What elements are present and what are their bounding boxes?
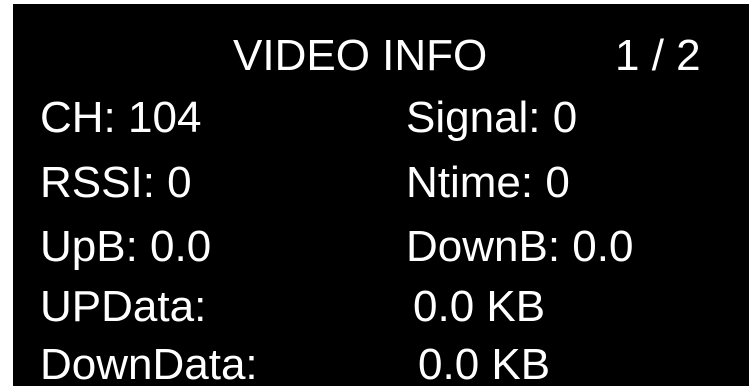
page-title: VIDEO INFO (233, 31, 488, 80)
updata-label: UPData: (40, 282, 207, 331)
ntime-value: Ntime: 0 (406, 158, 570, 207)
page-indicator: 1 / 2 (615, 31, 701, 80)
upb-value: UpB: 0.0 (40, 222, 212, 271)
video-info-screen: VIDEO INFO 1 / 2 CH: 104 Signal: 0 RSSI:… (13, 4, 749, 389)
channel-value: CH: 104 (40, 93, 202, 142)
signal-value: Signal: 0 (406, 93, 578, 142)
downdata-value: 0.0 KB (418, 340, 551, 389)
downb-value: DownB: 0.0 (406, 222, 634, 271)
updata-value: 0.0 KB (413, 282, 546, 331)
downdata-label: DownData: (40, 340, 258, 389)
rssi-value: RSSI: 0 (40, 158, 192, 207)
